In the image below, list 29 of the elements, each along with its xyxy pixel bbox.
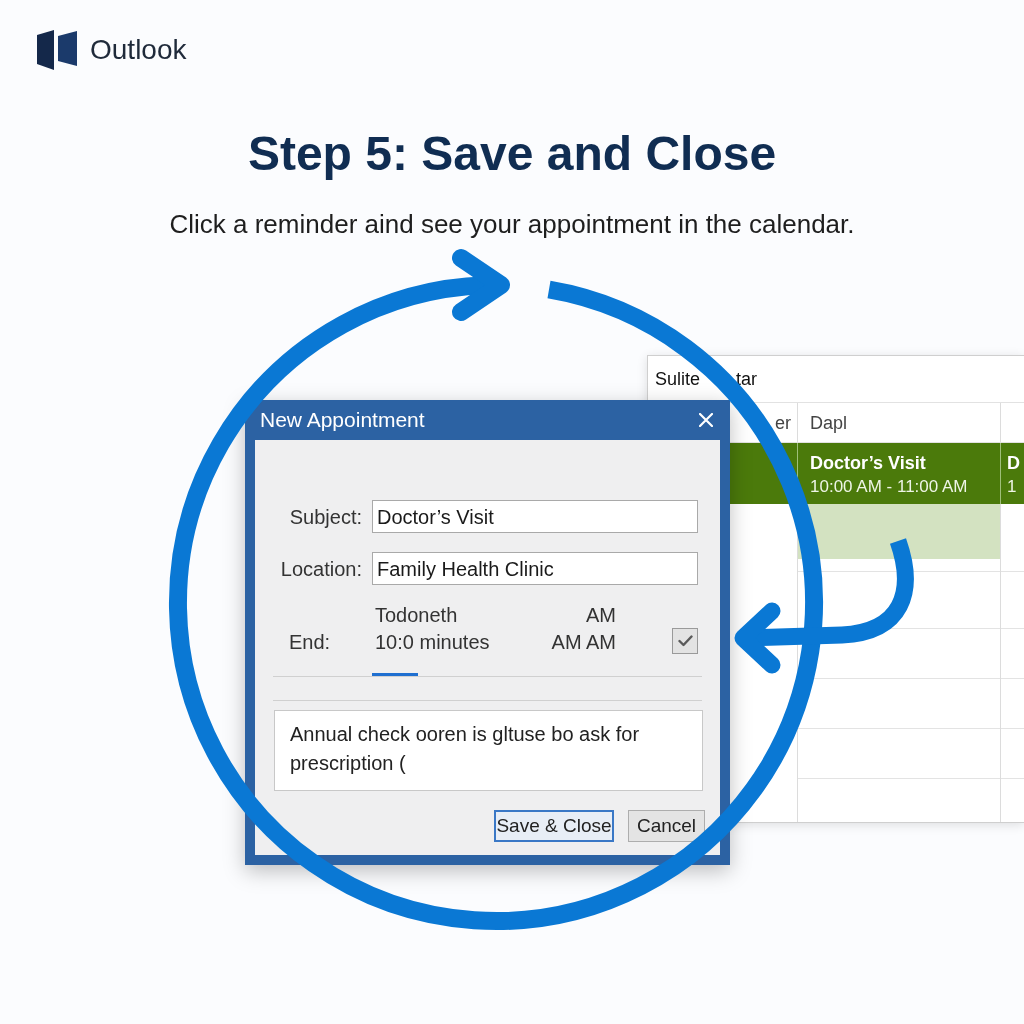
event-title: Doctor’s Visit — [810, 452, 927, 475]
event-title: D — [1007, 452, 1021, 475]
cancel-button[interactable]: Cancel — [628, 810, 705, 842]
event-time: 1 — [1007, 476, 1018, 498]
end-time-text: 10:0 minutes — [375, 629, 490, 655]
focus-underline — [372, 673, 418, 676]
subject-field[interactable]: Doctor’s Visit — [372, 500, 698, 533]
column-header: Dapl — [810, 411, 848, 435]
check-icon — [677, 635, 693, 647]
calendar-title: Sulite — [655, 368, 701, 391]
dialog-title: New Appointment — [260, 407, 425, 433]
am-pm-text: AM AM — [551, 629, 616, 655]
am-pm-text: AM — [586, 602, 616, 628]
instruction-text: Click a reminder aind see your appointment in the calendar. — [168, 208, 856, 240]
checkbox[interactable] — [672, 628, 698, 654]
close-icon — [699, 413, 713, 427]
calendar-title: tar — [736, 368, 757, 391]
location-field[interactable]: Family Health Clinic — [372, 552, 698, 585]
brand-name: Outlook — [90, 33, 187, 67]
field-label: End: — [289, 629, 331, 655]
end-time-text: Todoneth — [375, 602, 458, 628]
field-label: Subject: — [289, 504, 362, 530]
event-time: 10:00 AM - 11:00 AM — [810, 476, 969, 498]
field-label: Location: — [280, 556, 362, 582]
save-close-button[interactable]: Save & Close — [494, 810, 614, 842]
column-header: er — [775, 411, 791, 435]
notes-field[interactable]: Annual check ooren is gltuse bo ask for prescription ( — [274, 710, 703, 791]
logo-icon — [37, 29, 77, 71]
page-heading: Step 5: Save and Close — [246, 126, 778, 182]
